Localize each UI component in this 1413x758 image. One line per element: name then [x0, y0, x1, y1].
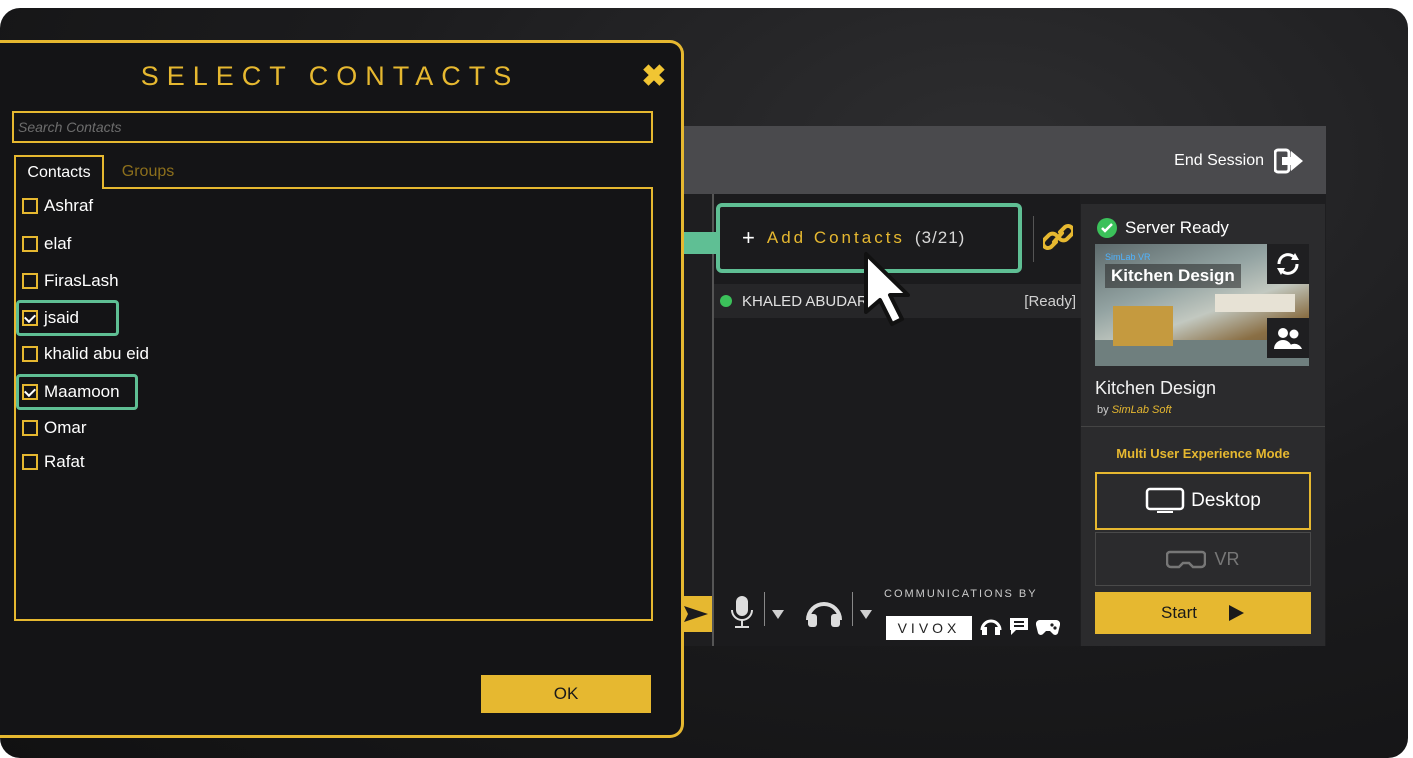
- end-session-button[interactable]: End Session: [1174, 148, 1304, 174]
- link-icon[interactable]: [1041, 220, 1075, 254]
- server-status: Server Ready: [1097, 218, 1229, 238]
- select-contacts-dialog: SELECT CONTACTS ✖ Contacts Groups Ashraf…: [0, 40, 684, 738]
- checkbox-checked[interactable]: [22, 310, 38, 326]
- monitor-icon: [1145, 487, 1185, 513]
- start-label: Start: [1161, 603, 1197, 622]
- desktop-label: Desktop: [1191, 490, 1261, 511]
- play-icon: [1228, 605, 1244, 621]
- contact-name: FirasLash: [44, 271, 119, 290]
- vivox-logo: VIVOX: [886, 616, 972, 640]
- vivox-branding: COMMUNICATIONS BY VIVOX: [884, 586, 1080, 646]
- vivox-icons: [980, 616, 1060, 636]
- refresh-icon[interactable]: [1267, 244, 1309, 284]
- participant-status: [Ready]: [1024, 292, 1076, 310]
- contact-item-jsaid[interactable]: jsaid: [22, 303, 79, 333]
- add-contacts-label: Add Contacts: [766, 228, 905, 247]
- search-contacts-input[interactable]: [12, 111, 653, 143]
- contact-item-omar[interactable]: Omar: [22, 413, 87, 443]
- send-button[interactable]: [680, 596, 712, 632]
- desktop-mode-button[interactable]: Desktop: [1095, 472, 1311, 530]
- checkbox[interactable]: [22, 346, 38, 362]
- gamepad-icon: [1036, 619, 1060, 635]
- experience-author: by SimLab Soft: [1097, 404, 1172, 416]
- thumbnail-cabinet: [1113, 306, 1173, 346]
- divider: [852, 592, 853, 626]
- dialog-title: SELECT CONTACTS: [140, 61, 520, 91]
- experience-title: Kitchen Design: [1095, 378, 1217, 398]
- contact-list: Ashraf elaf FirasLash jsaid khalid abu e…: [14, 187, 653, 621]
- exit-icon: [1274, 148, 1304, 174]
- start-button[interactable]: Start: [1095, 592, 1311, 634]
- ok-button[interactable]: OK: [481, 675, 651, 713]
- chat-icon: [1010, 618, 1028, 635]
- mouse-cursor-icon: [864, 252, 910, 326]
- divider: [764, 592, 765, 626]
- contact-item-elaf[interactable]: elaf: [22, 229, 71, 259]
- server-status-label: Server Ready: [1125, 218, 1229, 237]
- thumbnail-brand: SimLab VR: [1105, 252, 1151, 262]
- contact-item-maamoon[interactable]: Maamoon: [22, 377, 120, 407]
- tab-contacts[interactable]: Contacts: [14, 155, 104, 189]
- contact-name: Ashraf: [44, 196, 94, 215]
- experience-panel: Server Ready SimLab VR Kitchen Design Ki…: [1081, 204, 1325, 646]
- checkbox-checked[interactable]: [22, 384, 38, 400]
- app-stage: End Session KHALED ABUDARI [Ready] + Add…: [0, 8, 1408, 758]
- check-circle-icon: [1097, 218, 1117, 238]
- ready-status-dot: [720, 295, 732, 307]
- headphones-icon[interactable]: [804, 598, 844, 628]
- vivox-caption: COMMUNICATIONS BY: [884, 588, 1038, 600]
- checkbox[interactable]: [22, 236, 38, 252]
- contact-name: Omar: [44, 418, 87, 437]
- headset-icon: [980, 619, 1002, 635]
- contact-name: elaf: [44, 234, 72, 253]
- checkbox[interactable]: [22, 454, 38, 470]
- checkbox[interactable]: [22, 198, 38, 214]
- author-name[interactable]: SimLab Soft: [1112, 404, 1172, 416]
- divider: [1081, 426, 1325, 427]
- contact-item-firaslash[interactable]: FirasLash: [22, 266, 119, 296]
- close-icon[interactable]: ✖: [640, 62, 668, 92]
- experience-thumbnail[interactable]: SimLab VR Kitchen Design: [1095, 244, 1309, 366]
- mic-dropdown-arrow-icon[interactable]: [772, 610, 784, 619]
- vr-mode-button[interactable]: VR: [1095, 532, 1311, 586]
- contact-name: Rafat: [44, 452, 85, 471]
- plus-icon: +: [742, 225, 755, 250]
- divider: [1033, 216, 1034, 262]
- contact-item-rafat[interactable]: Rafat: [22, 447, 85, 477]
- contact-name: khalid abu eid: [44, 344, 149, 363]
- contact-name: Maamoon: [44, 382, 120, 401]
- thumbnail-title: Kitchen Design: [1105, 264, 1241, 288]
- contact-item-khalid-abu-eid[interactable]: khalid abu eid: [22, 339, 149, 369]
- thumbnail-counter: [1215, 294, 1295, 312]
- session-header: End Session: [640, 126, 1326, 194]
- audio-dropdown-arrow-icon[interactable]: [860, 610, 872, 619]
- checkbox[interactable]: [22, 420, 38, 436]
- vr-label: VR: [1214, 548, 1240, 569]
- contacts-count: (3/21): [914, 228, 966, 247]
- vr-headset-icon: [1166, 550, 1207, 569]
- multi-user-icon: [1267, 318, 1309, 358]
- contact-item-ashraf[interactable]: Ashraf: [22, 191, 93, 221]
- end-session-label: End Session: [1174, 152, 1264, 169]
- microphone-icon[interactable]: [730, 594, 754, 630]
- author-prefix: by: [1097, 404, 1109, 416]
- contact-name: jsaid: [44, 308, 79, 327]
- mode-title: Multi User Experience Mode: [1116, 446, 1290, 461]
- checkbox[interactable]: [22, 273, 38, 289]
- tab-groups[interactable]: Groups: [108, 155, 188, 189]
- communications-bar: COMMUNICATIONS BY VIVOX: [680, 586, 1080, 648]
